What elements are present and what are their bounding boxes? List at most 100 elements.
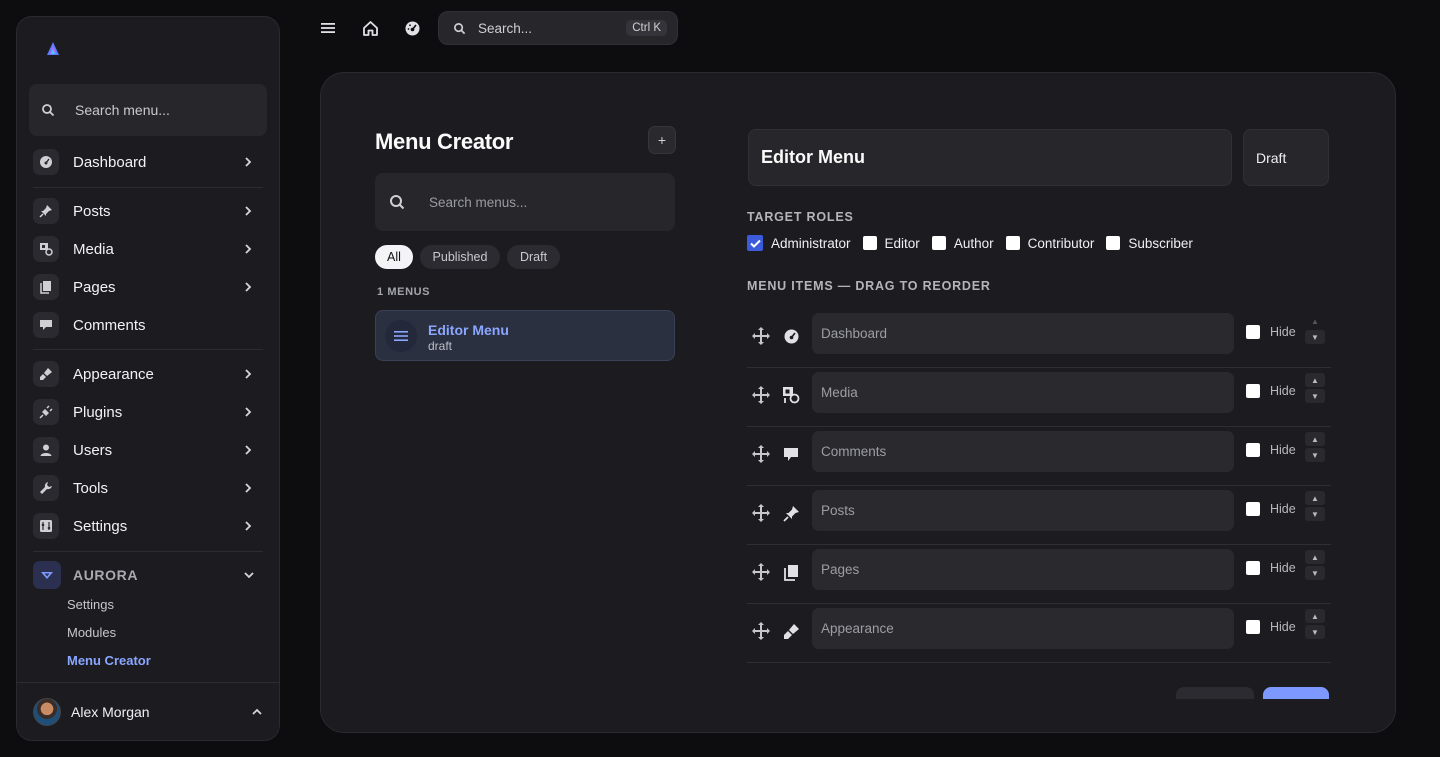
menu-list-item[interactable]: Editor Menu draft xyxy=(375,310,675,361)
role-contributor[interactable]: Contributor xyxy=(1005,235,1095,251)
checkbox[interactable] xyxy=(1246,620,1260,634)
sidebar-item-users[interactable]: Users xyxy=(33,431,263,469)
divider xyxy=(33,551,263,552)
move-down-button[interactable]: ▼ xyxy=(1305,507,1325,521)
menu-item-label-input[interactable]: Pages xyxy=(812,549,1234,590)
drag-handle-icon[interactable] xyxy=(751,444,771,464)
checkbox[interactable] xyxy=(1005,236,1020,250)
role-administrator[interactable]: Administrator xyxy=(747,235,851,251)
move-up-button[interactable]: ▲ xyxy=(1305,432,1325,446)
checkbox[interactable] xyxy=(1246,384,1260,398)
sidebar-item-comments[interactable]: Comments xyxy=(33,306,263,344)
reorder-controls: ▲ ▼ xyxy=(1305,314,1325,344)
hide-toggle[interactable]: Hide xyxy=(1246,325,1296,339)
sidebar-section-aurora[interactable]: AURORA xyxy=(33,559,263,591)
move-down-button[interactable]: ▼ xyxy=(1305,330,1325,344)
menu-item-label-input[interactable]: Dashboard xyxy=(812,313,1234,354)
move-down-button[interactable]: ▼ xyxy=(1305,625,1325,639)
role-author[interactable]: Author xyxy=(931,236,994,251)
sidebar-item-plugins[interactable]: Plugins xyxy=(33,393,263,431)
search-icon xyxy=(454,22,466,34)
drag-handle-icon[interactable] xyxy=(751,503,771,523)
hide-toggle[interactable]: Hide xyxy=(1246,561,1296,575)
menu-item-row[interactable]: Dashboard Hide ▲ ▼ xyxy=(747,309,1331,368)
checkbox-checked[interactable] xyxy=(747,235,763,251)
filter-all[interactable]: All xyxy=(375,245,413,269)
checkbox[interactable] xyxy=(1246,443,1260,457)
drag-handle-icon[interactable] xyxy=(751,621,771,641)
move-up-button[interactable]: ▲ xyxy=(1305,609,1325,623)
user-profile[interactable]: Alex Morgan xyxy=(17,682,279,740)
checkbox[interactable] xyxy=(1246,561,1260,575)
role-label: Subscriber xyxy=(1128,235,1193,251)
sidebar-subitem-settings[interactable]: Settings xyxy=(67,597,114,612)
menu-name-input[interactable]: Editor Menu xyxy=(748,129,1232,186)
sidebar-subitem-modules[interactable]: Modules xyxy=(67,625,116,640)
move-up-button[interactable]: ▲ xyxy=(1305,373,1325,387)
move-up-button[interactable]: ▲ xyxy=(1305,550,1325,564)
menu-name: Editor Menu xyxy=(428,322,509,338)
checkbox[interactable] xyxy=(1246,502,1260,516)
move-down-button[interactable]: ▼ xyxy=(1305,448,1325,462)
menu-item-label-input[interactable]: Comments xyxy=(812,431,1234,472)
target-roles-label: TARGET ROLES xyxy=(747,210,854,224)
add-menu-button[interactable]: + xyxy=(648,126,676,154)
sidebar-item-label: Tools xyxy=(73,479,109,497)
filter-published[interactable]: Published xyxy=(420,245,500,269)
menu-item-label-input[interactable]: Media xyxy=(812,372,1234,413)
hide-toggle[interactable]: Hide xyxy=(1246,443,1296,457)
reorder-controls: ▲ ▼ xyxy=(1305,609,1325,639)
sidebar-item-settings[interactable]: Settings xyxy=(33,507,263,545)
sidebar-item-dashboard[interactable]: Dashboard xyxy=(33,143,263,181)
sidebar-search-input[interactable]: Search menu... xyxy=(75,102,170,118)
home-button[interactable] xyxy=(360,18,380,38)
divider xyxy=(33,349,263,350)
move-up-button[interactable]: ▲ xyxy=(1305,314,1325,328)
shortcut-badge: Ctrl K xyxy=(626,20,667,36)
menu-item-row[interactable]: Pages Hide ▲ ▼ xyxy=(747,545,1331,604)
move-up-button[interactable]: ▲ xyxy=(1305,491,1325,505)
menu-search[interactable]: Search menus... xyxy=(375,173,675,231)
sidebar-item-tools[interactable]: Tools xyxy=(33,469,263,507)
drag-handle-icon[interactable] xyxy=(751,326,771,346)
sidebar-item-pages[interactable]: Pages xyxy=(33,268,263,306)
status-select[interactable]: Draft xyxy=(1243,129,1329,186)
hide-toggle[interactable]: Hide xyxy=(1246,384,1296,398)
checkbox[interactable] xyxy=(1246,325,1260,339)
menu-item-label-input[interactable]: Posts xyxy=(812,490,1234,531)
sidebar-item-posts[interactable]: Posts xyxy=(33,192,263,230)
menu-item-row[interactable]: Posts Hide ▲ ▼ xyxy=(747,486,1331,545)
drag-handle-icon[interactable] xyxy=(751,562,771,582)
logo-icon[interactable] xyxy=(45,41,61,57)
menu-toggle-button[interactable] xyxy=(318,18,338,38)
checkbox[interactable] xyxy=(931,236,946,250)
global-search-input[interactable]: Search... xyxy=(478,21,532,36)
sidebar-item-label: Media xyxy=(73,240,114,258)
checkbox[interactable] xyxy=(862,236,877,250)
menu-item-row[interactable]: Media Hide ▲ ▼ xyxy=(747,368,1331,427)
sidebar-search[interactable]: Search menu... xyxy=(29,84,267,136)
menu-item-label-input[interactable]: Appearance xyxy=(812,608,1234,649)
dashboard-button[interactable] xyxy=(402,18,422,38)
checkbox[interactable] xyxy=(1106,236,1121,250)
avatar xyxy=(33,697,61,726)
filter-draft[interactable]: Draft xyxy=(507,245,560,269)
chevron-right-icon xyxy=(245,369,252,379)
move-down-button[interactable]: ▼ xyxy=(1305,389,1325,403)
sidebar-item-appearance[interactable]: Appearance xyxy=(33,355,263,393)
hide-toggle[interactable]: Hide xyxy=(1246,502,1296,516)
global-search[interactable]: Search... Ctrl K xyxy=(438,11,678,45)
move-down-button[interactable]: ▼ xyxy=(1305,566,1325,580)
drag-handle-icon[interactable] xyxy=(751,385,771,405)
hide-toggle[interactable]: Hide xyxy=(1246,620,1296,634)
menu-item-row[interactable]: Appearance Hide ▲ ▼ xyxy=(747,604,1331,663)
sidebar-item-media[interactable]: Media xyxy=(33,230,263,268)
role-label: Contributor xyxy=(1027,235,1095,251)
sidebar-subitem-menu-creator[interactable]: Menu Creator xyxy=(67,653,151,668)
role-subscriber[interactable]: Subscriber xyxy=(1106,236,1193,251)
menu-search-input[interactable]: Search menus... xyxy=(429,195,527,210)
hide-label: Hide xyxy=(1270,384,1296,398)
menu-status: draft xyxy=(428,339,453,353)
role-editor[interactable]: Editor xyxy=(862,236,920,251)
menu-item-row[interactable]: Comments Hide ▲ ▼ xyxy=(747,427,1331,486)
